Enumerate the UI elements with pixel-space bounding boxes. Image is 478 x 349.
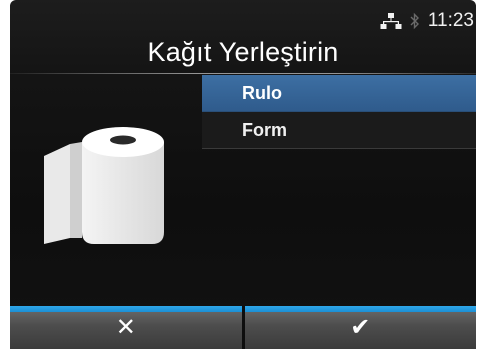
title-divider: [10, 73, 476, 74]
footer-bar: ✕ ✔: [10, 306, 476, 349]
printer-display: 11:23 Kağıt Yerleştirin Rulo Form ✕ ✔: [10, 0, 476, 349]
network-icon: [380, 12, 402, 30]
confirm-button[interactable]: ✔: [241, 306, 476, 349]
check-icon: ✔: [350, 314, 371, 341]
menu-item-label: Rulo: [242, 83, 282, 103]
paper-roll-icon: [36, 120, 186, 250]
page-title: Kağıt Yerleştirin: [147, 37, 339, 67]
menu-item-label: Form: [242, 120, 287, 140]
menu-item-rulo[interactable]: Rulo: [202, 75, 476, 112]
bluetooth-icon: [410, 12, 420, 30]
paper-type-menu: Rulo Form: [202, 75, 476, 149]
close-icon: ✕: [115, 314, 136, 341]
menu-item-form[interactable]: Form: [202, 112, 476, 149]
status-time: 11:23: [427, 10, 474, 31]
cancel-button[interactable]: ✕: [10, 306, 242, 349]
